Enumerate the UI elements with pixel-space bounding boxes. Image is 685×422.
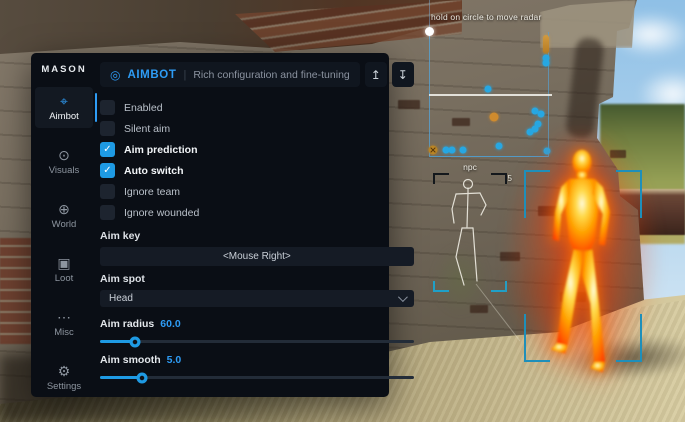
loot-icon: ▣	[57, 256, 70, 270]
nav-label: World	[52, 219, 77, 230]
sidebar-item-loot[interactable]: ▣ Loot	[35, 249, 93, 290]
bracket-corner-icon	[491, 173, 507, 184]
checkbox[interactable]	[100, 100, 115, 115]
sidebar: MASON ⌖ Aimbot ⊙ Visuals ⊕ World ▣ Loot …	[31, 53, 97, 397]
aim-key-button[interactable]: <Mouse Right>	[100, 247, 414, 266]
aim-key-label: Aim key	[100, 230, 414, 242]
target-distance-label: 5	[508, 174, 512, 183]
slider-aim-radius: Aim radius 60.0	[100, 318, 414, 343]
checkbox[interactable]	[100, 205, 115, 220]
checkbox-label: Enabled	[124, 102, 163, 114]
download-icon: ↧	[398, 68, 408, 82]
checkbox-row-aim-prediction[interactable]: ✓ Aim prediction	[100, 139, 414, 160]
visuals-icon: ⊙	[58, 148, 70, 162]
radar-horizon-line	[429, 94, 552, 96]
skeleton-esp-box: npc 5	[433, 173, 507, 292]
radar-dot-blue	[496, 143, 503, 150]
bracket-corner-icon	[524, 170, 550, 218]
target-name-label: npc	[433, 162, 507, 172]
page-title: AIMBOT	[127, 69, 176, 81]
slider-label: Aim radius	[100, 318, 154, 330]
header-title-bar: ◎ AIMBOT | Rich configuration and fine-t…	[100, 62, 360, 87]
page-subtitle: Rich configuration and fine-tuning	[193, 69, 349, 81]
checkbox[interactable]: ✓	[100, 142, 115, 157]
checkbox-row-ignore-team[interactable]: Ignore team	[100, 181, 414, 202]
checkbox[interactable]	[100, 184, 115, 199]
check-icon: ✓	[103, 166, 111, 176]
checkbox-label: Ignore team	[124, 186, 180, 198]
checkbox-label: Silent aim	[124, 123, 170, 135]
chevron-down-icon	[398, 292, 408, 302]
checkbox-row-silent-aim[interactable]: Silent aim	[100, 118, 414, 139]
checkbox-row-enabled[interactable]: Enabled	[100, 97, 414, 118]
radar-overlay[interactable]: hold on circle to move radar	[429, 32, 549, 157]
nav-label: Visuals	[49, 165, 79, 176]
crosshair-icon: ◎	[110, 69, 120, 81]
slider-track[interactable]	[100, 340, 414, 343]
panel-content: ◎ AIMBOT | Rich configuration and fine-t…	[97, 53, 429, 397]
checkbox-row-auto-switch[interactable]: ✓ Auto switch	[100, 160, 414, 181]
bracket-corner-icon	[524, 314, 550, 362]
radar-dot-blue	[449, 147, 456, 154]
check-icon: ✓	[103, 145, 111, 155]
radar-dot-blue	[538, 111, 545, 118]
slider-aim-smooth: Aim smooth 5.0	[100, 354, 414, 379]
slider-handle[interactable]	[129, 336, 140, 347]
skeleton-esp	[433, 173, 507, 292]
radar-hint: hold on circle to move radar	[431, 12, 542, 22]
radar-dot-blue	[460, 147, 467, 154]
bracket-corner-icon	[433, 173, 449, 184]
bracket-corner-icon	[433, 281, 449, 292]
radar-dot-blue	[543, 60, 550, 67]
aim-spot-select[interactable]: Head	[100, 290, 414, 307]
aimbot-icon: ⌖	[60, 94, 68, 108]
radar-dot-orangex	[429, 146, 438, 155]
slider-value: 60.0	[160, 318, 180, 330]
slider-handle[interactable]	[137, 372, 148, 383]
settings-icon: ⚙	[58, 364, 71, 378]
sidebar-item-settings[interactable]: ⚙ Settings	[35, 357, 93, 398]
sidebar-item-aimbot[interactable]: ⌖ Aimbot	[35, 87, 93, 128]
checkbox-label: Aim prediction	[124, 144, 198, 156]
checkbox-list: Enabled Silent aim ✓ Aim prediction ✓ Au…	[100, 97, 414, 223]
radar-drag-handle-circle[interactable]	[425, 27, 434, 36]
left-brick-wall	[0, 238, 31, 344]
slider-label: Aim smooth	[100, 354, 161, 366]
panel-header: ◎ AIMBOT | Rich configuration and fine-t…	[100, 62, 414, 87]
nav-label: Settings	[47, 381, 81, 392]
brand-name: MASON	[41, 64, 86, 75]
checkbox-label: Auto switch	[124, 165, 184, 177]
aim-spot-label: Aim spot	[100, 273, 414, 285]
nav-label: Loot	[55, 273, 74, 284]
aim-spot-value: Head	[109, 293, 398, 304]
nav-label: Misc	[54, 327, 74, 338]
sidebar-item-world[interactable]: ⊕ World	[35, 195, 93, 236]
sidebar-nav: ⌖ Aimbot ⊙ Visuals ⊕ World ▣ Loot ⋯ Misc…	[31, 87, 97, 398]
checkbox-label: Ignore wounded	[124, 207, 199, 219]
sidebar-item-misc[interactable]: ⋯ Misc	[35, 303, 93, 344]
world-icon: ⊕	[58, 202, 70, 216]
slider-value: 5.0	[167, 354, 182, 366]
cheat-menu-panel: MASON ⌖ Aimbot ⊙ Visuals ⊕ World ▣ Loot …	[31, 53, 389, 397]
bracket-corner-icon	[616, 170, 642, 218]
radar-dot-orange	[490, 113, 499, 122]
header-divider: |	[183, 69, 186, 81]
checkbox[interactable]: ✓	[100, 163, 115, 178]
upload-icon: ↥	[371, 68, 381, 82]
misc-icon: ⋯	[57, 310, 71, 324]
import-config-button[interactable]: ↧	[392, 62, 414, 87]
player-esp-box	[524, 170, 642, 362]
radar-dot-blue	[485, 86, 492, 93]
bracket-corner-icon	[616, 314, 642, 362]
nav-label: Aimbot	[49, 111, 79, 122]
sidebar-item-visuals[interactable]: ⊙ Visuals	[35, 141, 93, 182]
checkbox[interactable]	[100, 121, 115, 136]
slider-track[interactable]	[100, 376, 414, 379]
game-screen: hold on circle to move radar npc 5	[0, 0, 685, 422]
export-config-button[interactable]: ↥	[365, 62, 387, 87]
sliders: Aim radius 60.0 Aim smooth 5.0	[100, 318, 414, 379]
radar-dot-blue	[532, 126, 539, 133]
radar-dot-capsule	[543, 35, 549, 54]
checkbox-row-ignore-wounded[interactable]: Ignore wounded	[100, 202, 414, 223]
